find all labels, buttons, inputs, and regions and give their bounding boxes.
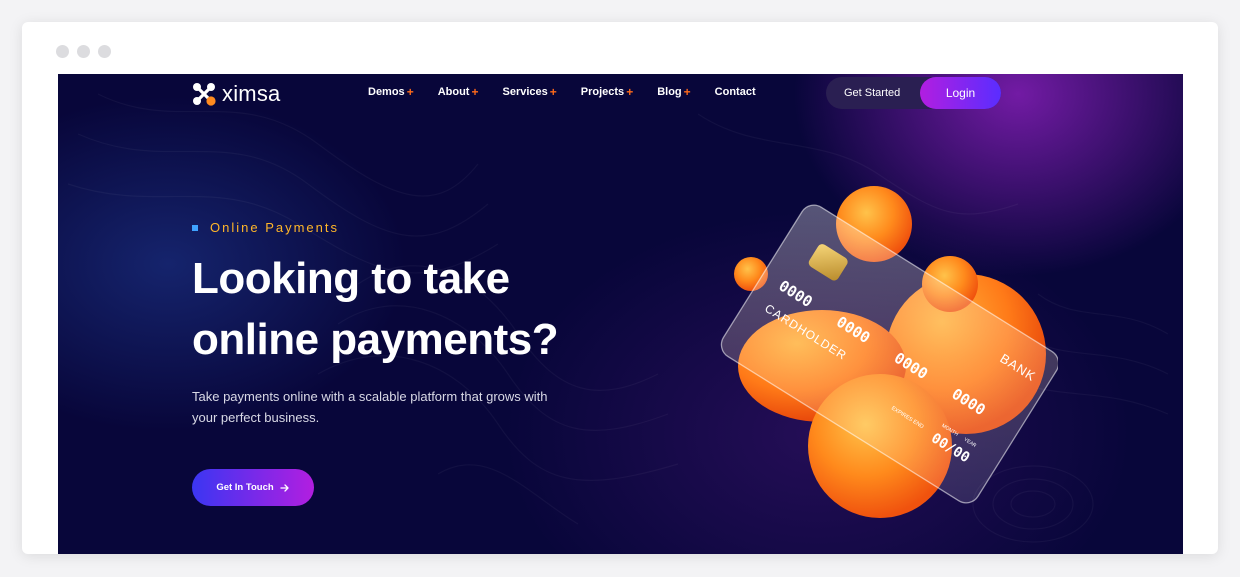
nav-label: Services [502,86,548,98]
logo-text: ximsa [222,81,281,106]
plus-icon: + [549,85,557,99]
nav-item-services[interactable]: Services + [502,85,556,99]
headline-line-1: Looking to take [192,254,510,303]
window-controls [56,45,111,58]
window-dot-maximize[interactable] [98,45,111,58]
square-bullet-icon [192,224,198,231]
window-dot-close[interactable] [56,45,69,58]
window-dot-minimize[interactable] [77,45,90,58]
page-viewport: ximsa Demos + About + Services + Projects + … [58,74,1183,554]
get-in-touch-button[interactable]: Get In Touch [192,469,314,506]
hero-eyebrow: Online Payments [192,220,339,235]
eyebrow-text: Online Payments [210,220,339,235]
header-cta-group: Get Started Login [826,77,1001,109]
nav-item-projects[interactable]: Projects + [581,85,633,99]
subtext-line-1: Take payments online with a scalable pla… [192,389,548,404]
plus-icon: + [471,85,479,99]
main-nav: Demos + About + Services + Projects + Blog + … [368,85,756,99]
logo-mark-icon [193,83,216,106]
hero-headline: Looking to take online payments? [192,248,662,370]
plus-icon: + [406,85,414,99]
nav-item-demos[interactable]: Demos + [368,85,414,99]
headline-line-2: online payments? [192,315,559,364]
nav-item-blog[interactable]: Blog + [657,85,690,99]
nav-label: Contact [714,86,756,98]
nav-item-contact[interactable]: Contact [715,85,756,99]
get-started-button[interactable]: Get Started [844,87,900,99]
plus-icon: + [626,85,634,99]
subtext-line-2: your perfect business. [192,410,320,425]
nav-label: Blog [657,86,682,98]
nav-item-about[interactable]: About + [438,85,479,99]
nav-label: About [437,86,470,98]
credit-card-illustration: 0000 0000 0000 0000 CARDHOLDER BANK EXPI… [720,186,1058,518]
nav-label: Demos [368,86,405,98]
hero-subtext: Take payments online with a scalable pla… [192,386,572,428]
get-in-touch-label: Get In Touch [216,482,274,493]
arrow-right-icon [280,483,289,492]
nav-label: Projects [580,86,625,98]
logo[interactable]: ximsa [192,81,280,107]
login-button[interactable]: Login [920,77,1001,109]
plus-icon: + [683,85,691,99]
